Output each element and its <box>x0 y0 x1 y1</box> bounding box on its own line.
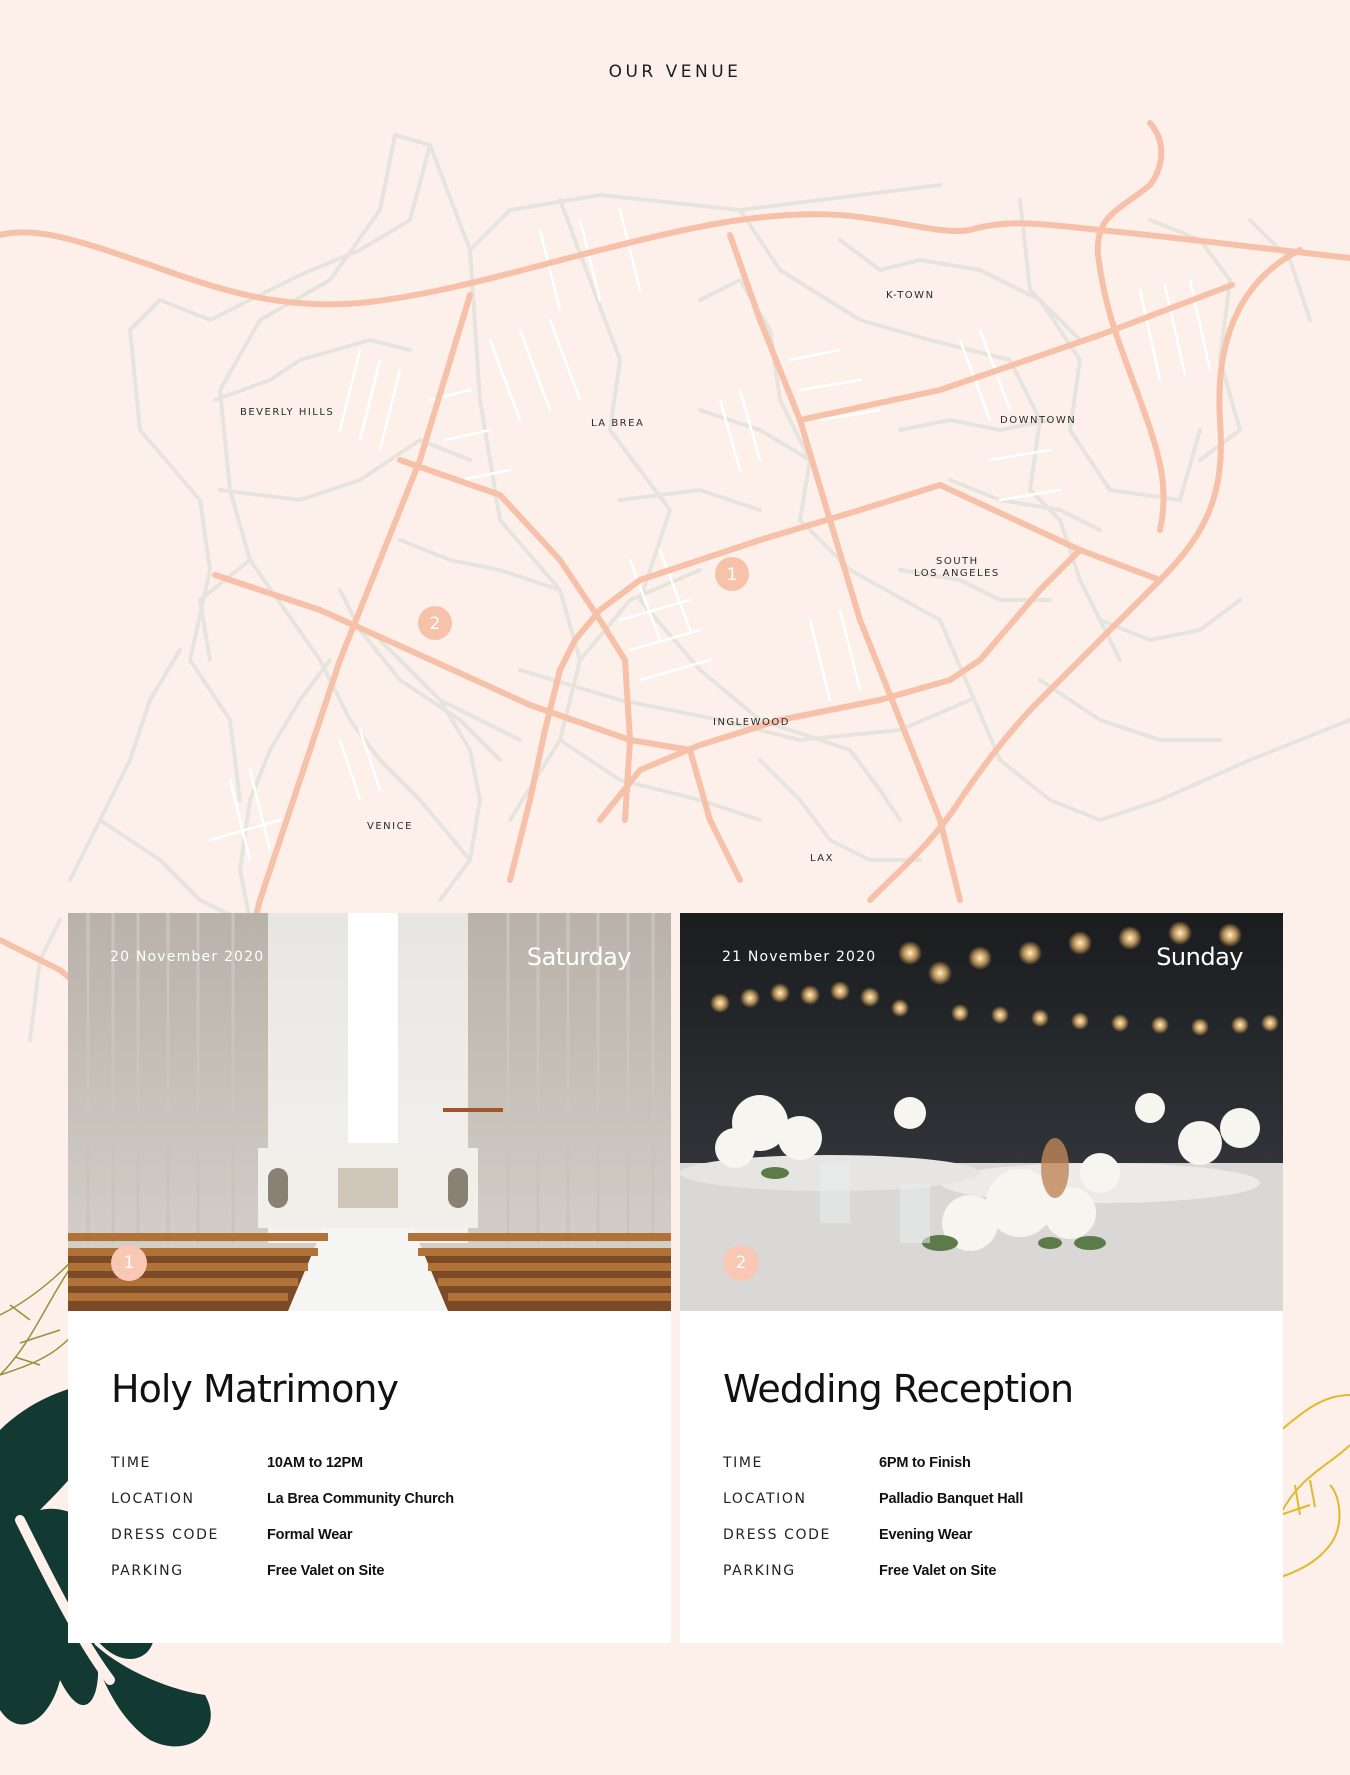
reception-illustration <box>680 913 1283 1311</box>
event-details: TIME 10AM to 12PM LOCATION La Brea Commu… <box>111 1445 629 1589</box>
map-label-downtown: DOWNTOWN <box>1000 415 1076 426</box>
white-streets <box>208 208 1212 862</box>
detail-value: Palladio Banquet Hall <box>879 1491 1024 1507</box>
map-label-south-la-line1: SOUTH <box>936 556 979 567</box>
detail-row-dress-code: DRESS CODE Evening Wear <box>723 1517 1241 1553</box>
detail-value: 10AM to 12PM <box>267 1455 363 1471</box>
detail-row-location: LOCATION La Brea Community Church <box>111 1481 629 1517</box>
detail-row-time: TIME 10AM to 12PM <box>111 1445 629 1481</box>
map-label-inglewood: INGLEWOOD <box>713 717 790 728</box>
event-number-badge: 2 <box>723 1245 759 1281</box>
event-date: 20 November 2020 <box>110 949 265 965</box>
map-label-lax: LAX <box>810 853 834 864</box>
event-title: Wedding Reception <box>723 1367 1074 1411</box>
detail-row-time: TIME 6PM to Finish <box>723 1445 1241 1481</box>
detail-label: TIME <box>111 1455 152 1471</box>
detail-label: PARKING <box>111 1563 184 1579</box>
detail-label: LOCATION <box>111 1491 195 1507</box>
event-day: Saturday <box>526 943 632 971</box>
event-day: Sunday <box>1156 943 1243 971</box>
section-title: OUR VENUE <box>608 62 742 82</box>
reception-photo: 21 November 2020 Sunday 2 <box>680 913 1283 1311</box>
church-illustration <box>68 913 671 1311</box>
detail-value: Formal Wear <box>267 1527 353 1543</box>
map-pin-1[interactable]: 1 <box>715 557 749 591</box>
detail-label: LOCATION <box>723 1491 807 1507</box>
event-card-reception[interactable]: 21 November 2020 Sunday 2 Wedding Recept… <box>680 913 1283 1643</box>
detail-value: La Brea Community Church <box>267 1491 454 1507</box>
map-pin-1-label: 1 <box>727 565 738 585</box>
detail-label: DRESS CODE <box>723 1527 831 1543</box>
detail-row-dress-code: DRESS CODE Formal Wear <box>111 1517 629 1553</box>
detail-value: Free Valet on Site <box>879 1563 997 1579</box>
event-title: Holy Matrimony <box>111 1367 399 1411</box>
map-label-la-brea: LA BREA <box>591 418 644 429</box>
detail-value: Free Valet on Site <box>267 1563 385 1579</box>
event-card-ceremony[interactable]: 20 November 2020 Saturday 1 Holy Matrimo… <box>68 913 671 1643</box>
detail-row-parking: PARKING Free Valet on Site <box>723 1553 1241 1589</box>
detail-label: PARKING <box>723 1563 796 1579</box>
map-pin-2[interactable]: 2 <box>418 606 452 640</box>
detail-value: 6PM to Finish <box>879 1455 971 1471</box>
detail-label: TIME <box>723 1455 764 1471</box>
map-label-beverly-hills: BEVERLY HILLS <box>240 407 334 418</box>
detail-label: DRESS CODE <box>111 1527 219 1543</box>
map-label-k-town: K-TOWN <box>886 290 935 301</box>
event-number-badge: 1 <box>111 1245 147 1281</box>
church-photo: 20 November 2020 Saturday 1 <box>68 913 671 1311</box>
detail-value: Evening Wear <box>879 1527 973 1543</box>
map-label-south-la-line2: LOS ANGELES <box>914 568 1000 579</box>
map-pin-2-label: 2 <box>430 614 441 634</box>
event-details: TIME 6PM to Finish LOCATION Palladio Ban… <box>723 1445 1241 1589</box>
map-label-venice: VENICE <box>367 821 413 832</box>
detail-row-parking: PARKING Free Valet on Site <box>111 1553 629 1589</box>
detail-row-location: LOCATION Palladio Banquet Hall <box>723 1481 1241 1517</box>
event-date: 21 November 2020 <box>722 949 877 965</box>
